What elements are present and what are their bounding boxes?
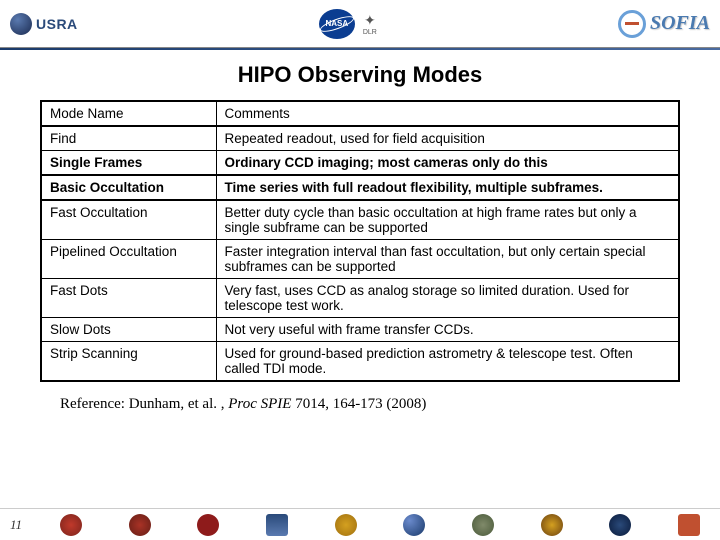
sofia-text: SOFIA (650, 12, 710, 35)
page-number: 11 (10, 517, 30, 533)
cell-mode: Fast Occultation (41, 200, 216, 240)
cell-mode: Pipelined Occultation (41, 240, 216, 279)
footer-logo-icon (678, 514, 700, 536)
cell-comment: Not very useful with frame transfer CCDs… (216, 318, 679, 342)
table-row: Basic Occultation Time series with full … (41, 175, 679, 200)
table-header-row: Mode Name Comments (41, 101, 679, 126)
cell-mode: Fast Dots (41, 279, 216, 318)
col-header-comments: Comments (216, 101, 679, 126)
slide-header: USRA NASA ✦ DLR SOFIA (0, 0, 720, 48)
cell-comment: Ordinary CCD imaging; most cameras only … (216, 151, 679, 176)
footer-logo-icon (266, 514, 288, 536)
cell-comment: Repeated readout, used for field acquisi… (216, 126, 679, 151)
table-row: Pipelined Occultation Faster integration… (41, 240, 679, 279)
table-row: Single Frames Ordinary CCD imaging; most… (41, 151, 679, 176)
dlr-logo: ✦ DLR (363, 12, 377, 36)
footer-logo-icon (403, 514, 425, 536)
usra-badge-icon (10, 13, 32, 35)
table-row: Fast Dots Very fast, uses CCD as analog … (41, 279, 679, 318)
footer-logo-icon (129, 514, 151, 536)
cell-mode: Basic Occultation (41, 175, 216, 200)
sofia-ring-icon (618, 10, 646, 38)
table-row: Strip Scanning Used for ground-based pre… (41, 342, 679, 382)
dlr-icon: ✦ (364, 12, 376, 29)
cell-mode: Single Frames (41, 151, 216, 176)
center-logos: NASA ✦ DLR (319, 9, 377, 39)
footer-logo-icon (335, 514, 357, 536)
ref-suffix: 7014, 164-173 (2008) (295, 396, 426, 412)
table-row: Slow Dots Not very useful with frame tra… (41, 318, 679, 342)
cell-comment: Very fast, uses CCD as analog storage so… (216, 279, 679, 318)
cell-comment: Faster integration interval than fast oc… (216, 240, 679, 279)
slide-footer: 11 (0, 508, 720, 540)
cell-mode: Find (41, 126, 216, 151)
cell-comment: Time series with full readout flexibilit… (216, 175, 679, 200)
footer-logo-icon (472, 514, 494, 536)
footer-logo-icon (541, 514, 563, 536)
cell-comment: Better duty cycle than basic occultation… (216, 200, 679, 240)
ref-prefix: Reference: Dunham, et al. , (60, 396, 228, 412)
footer-logos (50, 514, 710, 536)
cell-comment: Used for ground-based prediction astrome… (216, 342, 679, 382)
footer-logo-icon (197, 514, 219, 536)
cell-mode: Slow Dots (41, 318, 216, 342)
reference-line: Reference: Dunham, et al. , Proc SPIE 70… (0, 382, 720, 413)
cell-mode: Strip Scanning (41, 342, 216, 382)
footer-logo-icon (609, 514, 631, 536)
usra-text: USRA (36, 16, 78, 32)
slide-title: HIPO Observing Modes (0, 62, 720, 88)
ref-italic: Proc SPIE (228, 396, 295, 412)
modes-table: Mode Name Comments Find Repeated readout… (40, 100, 680, 382)
table-row: Find Repeated readout, used for field ac… (41, 126, 679, 151)
modes-table-wrap: Mode Name Comments Find Repeated readout… (0, 100, 720, 382)
col-header-mode: Mode Name (41, 101, 216, 126)
usra-logo: USRA (10, 13, 78, 35)
sofia-logo: SOFIA (618, 10, 710, 38)
table-row: Fast Occultation Better duty cycle than … (41, 200, 679, 240)
footer-logo-icon (60, 514, 82, 536)
nasa-logo-icon: NASA (319, 9, 355, 39)
